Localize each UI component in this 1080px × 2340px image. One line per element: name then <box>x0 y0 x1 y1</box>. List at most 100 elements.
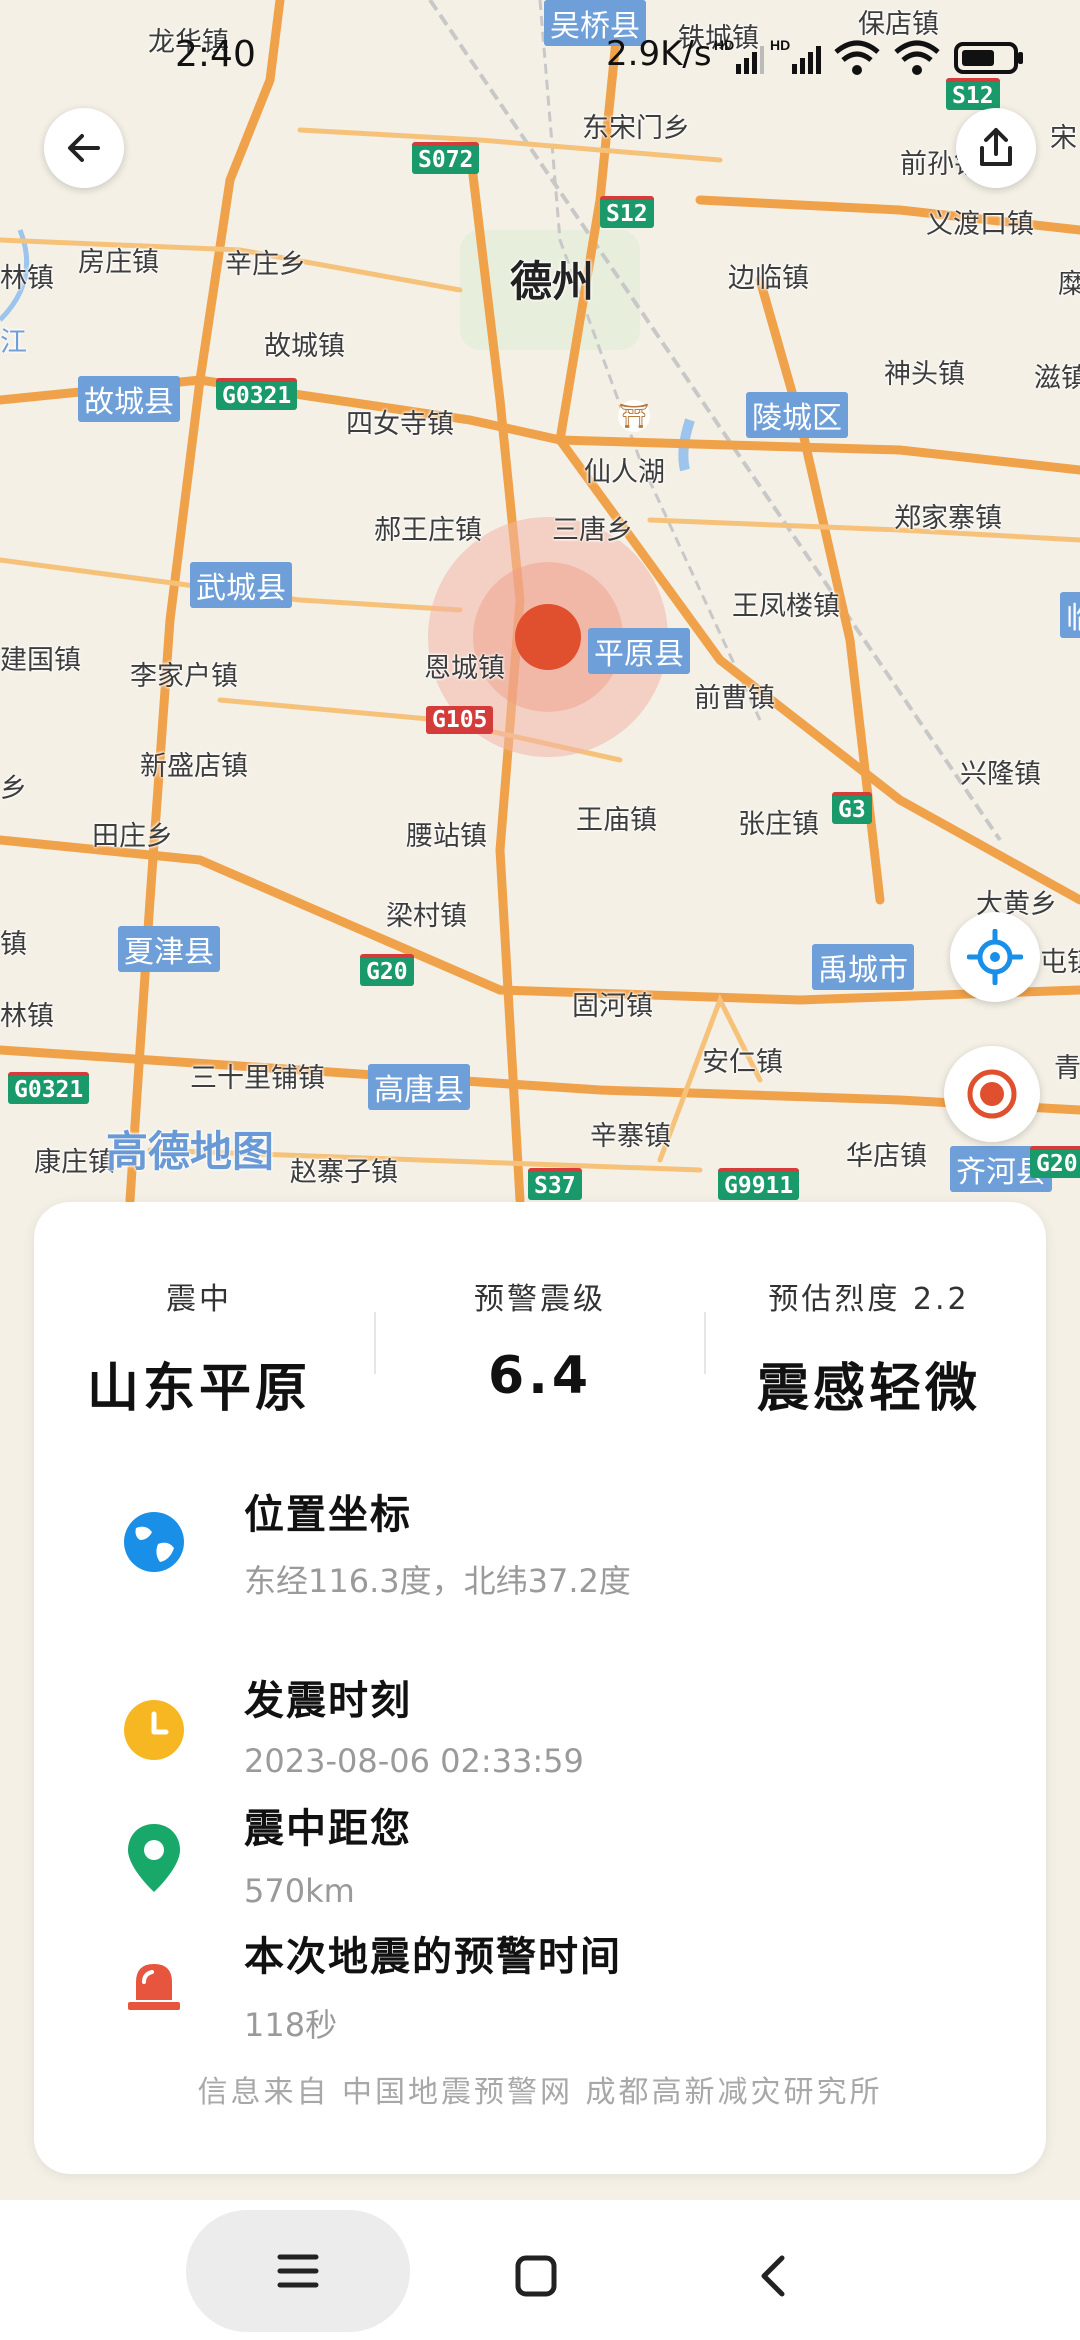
map-label: 滋镇 <box>1034 363 1080 394</box>
map-label-county: 故城县 <box>78 376 180 422</box>
map-label: 华店镇 <box>846 1141 927 1172</box>
locate-button[interactable] <box>950 912 1040 1002</box>
signal-icon: HD <box>770 38 821 74</box>
siren-icon <box>128 1964 180 2010</box>
map-label: 义渡口镇 <box>926 209 1034 240</box>
square-icon <box>515 2255 557 2297</box>
status-time: 2:40 <box>175 34 256 75</box>
map-label: 林镇 <box>0 1001 54 1032</box>
home-button[interactable] <box>496 2236 576 2316</box>
epicenter-button[interactable] <box>944 1046 1040 1142</box>
svg-text:HD: HD <box>714 38 734 53</box>
info-value: 570km <box>244 1872 355 1910</box>
map-label: 康庄镇 <box>34 1147 115 1178</box>
map-label-county: 临 <box>1060 592 1080 638</box>
map-label: 镇 <box>0 929 27 960</box>
road-shield: G0321 <box>8 1072 90 1104</box>
map-label-city: 德州 <box>510 257 595 306</box>
info-title: 震中距您 <box>244 1806 412 1852</box>
map-label: 郝王庄镇 <box>374 515 482 546</box>
info-value: 118秒 <box>244 2006 338 2044</box>
map-label: 神头镇 <box>884 359 965 390</box>
map-label-county: 夏津县 <box>118 926 220 972</box>
stat-caption: 预警震级 <box>474 1282 606 1317</box>
road-shield: G0321 <box>216 378 298 410</box>
map-label: 三十里铺镇 <box>190 1063 325 1094</box>
map-label-county: 武城县 <box>190 562 292 608</box>
menu-button[interactable] <box>186 2210 410 2332</box>
map-label: 前曹镇 <box>694 683 775 714</box>
map-label: 兴隆镇 <box>960 759 1041 790</box>
stat-value: 6.4 <box>487 1346 593 1406</box>
map-label: 田庄乡 <box>92 821 173 852</box>
map-label: 东宋门乡 <box>582 113 690 144</box>
road-shield: G3 <box>832 792 872 824</box>
map-label-county: 禹城市 <box>812 944 914 990</box>
road-shield: G9911 <box>718 1168 800 1200</box>
map-label: 青 <box>1054 1053 1080 1084</box>
info-title: 发震时刻 <box>244 1678 412 1724</box>
map-label-county: 高唐县 <box>368 1064 470 1110</box>
road-shield: S12 <box>600 196 654 228</box>
arrow-left-icon <box>68 134 100 162</box>
stat-value: 山东平原 <box>86 1359 311 1419</box>
road-shield: S072 <box>412 142 480 174</box>
map-label: 宋 <box>1050 123 1077 154</box>
info-value: 2023-08-06 02:33:59 <box>244 1742 584 1780</box>
map-label: 腰站镇 <box>406 821 487 852</box>
map-label: 安仁镇 <box>702 1047 783 1078</box>
map-label: 林镇 <box>0 263 54 294</box>
map-label: 故城镇 <box>264 331 345 362</box>
hamburger-icon <box>277 2254 319 2288</box>
stat-intensity: 预估烈度 2.2 震感轻微 <box>704 1274 1034 1421</box>
back-button[interactable] <box>44 108 124 188</box>
map-label-county: 平原县 <box>588 628 690 674</box>
stat-magnitude: 预警震级 6.4 <box>375 1274 705 1406</box>
map-label: 乡 <box>0 773 27 804</box>
map-label: 四女寺镇 <box>346 409 454 440</box>
crosshair-icon <box>967 929 1023 985</box>
map-label: 王庙镇 <box>576 805 657 836</box>
poi-temple-icon: ⛩ <box>618 400 650 432</box>
share-icon <box>980 128 1012 166</box>
map-label: 糜 <box>1058 269 1080 300</box>
wifi-icon <box>894 40 940 75</box>
map-label: 边临镇 <box>728 263 809 294</box>
wifi-icon <box>834 40 880 75</box>
map-label: 恩城镇 <box>424 653 505 684</box>
map-label: 建国镇 <box>0 645 81 676</box>
signal-icon: HD <box>714 38 764 74</box>
map-label-county: 陵城区 <box>746 392 848 438</box>
battery-icon <box>954 42 1023 74</box>
map-label: 新盛店镇 <box>140 751 248 782</box>
map-label: 房庄镇 <box>78 247 159 278</box>
info-title: 位置坐标 <box>244 1492 412 1538</box>
stat-value: 震感轻微 <box>756 1359 981 1419</box>
back-nav-button[interactable] <box>734 2236 814 2316</box>
quake-info-panel: 震中 山东平原 预警震级 6.4 预估烈度 2.2 震感轻微 位置坐标 东经11… <box>34 1202 1046 2174</box>
map-label: 郑家寨镇 <box>894 503 1002 534</box>
chevron-left-icon <box>761 2255 785 2297</box>
map-logo: 高德地图 <box>106 1127 275 1176</box>
source-note: 信息来自 中国地震预警网 成都高新减灾研究所 <box>197 2075 883 2110</box>
share-button[interactable] <box>956 108 1036 188</box>
stat-caption: 预估烈度 2.2 <box>768 1282 970 1317</box>
map-label: 屯镇 <box>1040 947 1080 978</box>
map-label: 三唐乡 <box>552 515 633 546</box>
info-value: 东经116.3度，北纬37.2度 <box>244 1562 631 1600</box>
svg-text:HD: HD <box>770 38 790 53</box>
info-title: 本次地震的预警时间 <box>244 1934 622 1980</box>
globe-icon <box>124 1512 184 1572</box>
clock-icon <box>124 1700 184 1760</box>
map-label: 固河镇 <box>572 991 653 1022</box>
map-label: 仙人湖 <box>584 457 665 488</box>
map-label: 王凤楼镇 <box>732 591 840 622</box>
map-label: 张庄镇 <box>738 809 819 840</box>
epicenter-dot <box>515 604 581 670</box>
road-shield: G20 <box>360 954 414 986</box>
map-label-river: 江 <box>0 327 27 358</box>
map-label: 赵寨子镇 <box>290 1157 398 1188</box>
stat-caption: 震中 <box>166 1282 232 1317</box>
map-label: 辛寨镇 <box>590 1121 671 1152</box>
stat-epicenter: 震中 山东平原 <box>34 1274 364 1421</box>
